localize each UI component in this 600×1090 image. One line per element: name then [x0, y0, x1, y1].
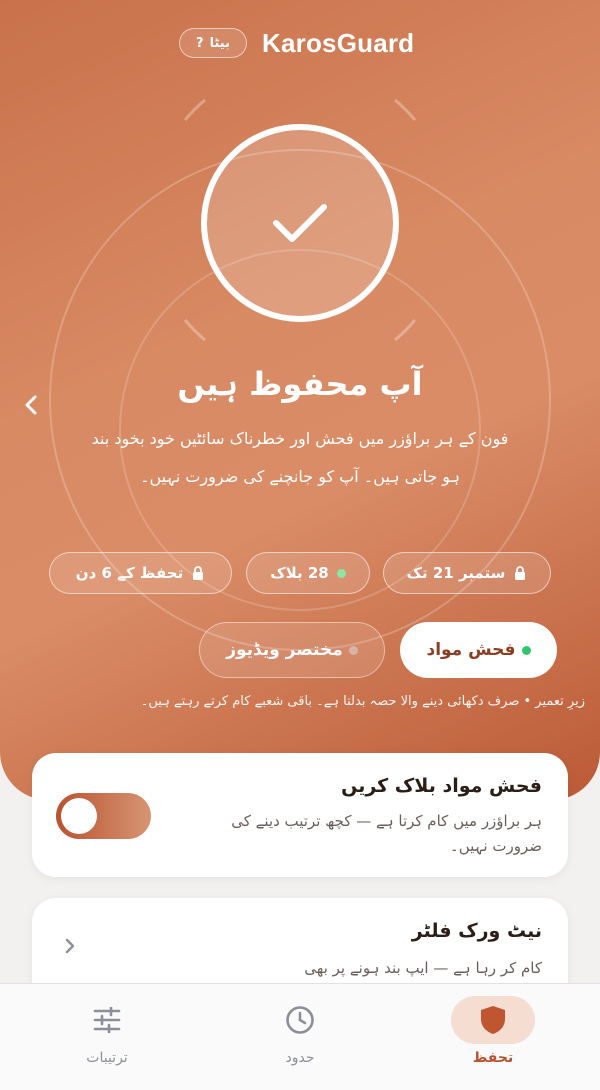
tab-short-videos[interactable]: مختصر ویڈیوز	[199, 622, 385, 678]
stat-blocked-label: 28 بلاک	[270, 564, 329, 582]
nav-protection-label: تحفظ	[472, 1050, 514, 1066]
beta-help-button[interactable]: بیٹا ?	[179, 28, 247, 58]
stat-chip-expiry: ستمبر 21 تک	[383, 552, 551, 594]
block-adult-content-subtitle: ہر براؤزر میں کام کرتا ہے — کچھ ترتیب دی…	[231, 812, 542, 855]
block-adult-content-toggle[interactable]	[56, 793, 151, 839]
stat-days-label: تحفظ کے 6 دن	[75, 564, 184, 582]
stat-chip-days: تحفظ کے 6 دن	[49, 552, 232, 594]
chevron-right-icon	[64, 936, 76, 961]
stat-expiry-label: ستمبر 21 تک	[406, 564, 506, 582]
app-header: بیٹا ? KarosGuard	[0, 28, 600, 58]
nav-item-settings[interactable]: ترتیبات	[47, 984, 167, 1090]
nav-item-protection[interactable]: تحفظ	[433, 984, 553, 1090]
tab-short-videos-label: مختصر ویڈیوز	[226, 640, 343, 660]
gray-dot-icon	[348, 645, 358, 655]
app-title: KarosGuard	[262, 28, 415, 58]
green-dot-icon	[336, 568, 346, 578]
tab-adult-content-label: فحش مواد	[426, 640, 516, 660]
protected-status-indicator	[201, 124, 399, 322]
shield-icon	[481, 1006, 505, 1034]
lock-icon	[515, 566, 526, 580]
checkmark-icon	[273, 204, 327, 242]
help-icon: ?	[196, 35, 204, 51]
block-adult-content-title: فحش مواد بلاک کریں	[341, 775, 542, 797]
nav-settings-label: ترتیبات	[86, 1050, 128, 1066]
status-title: آپ محفوظ ہیں	[177, 365, 423, 403]
block-adult-content-card: فحش مواد بلاک کریں ہر براؤزر میں کام کرت…	[32, 753, 568, 877]
clock-icon	[286, 1006, 314, 1034]
nav-item-limits[interactable]: حدود	[240, 984, 360, 1090]
under-construction-note: زیرِ تعمیر • صرف دکھائی دینے والا حصہ بد…	[140, 694, 585, 709]
toggle-knob	[61, 798, 97, 834]
network-filter-title: نیٹ ورک فلٹر	[411, 920, 542, 942]
green-dot-icon	[521, 645, 531, 655]
lock-icon	[193, 566, 204, 580]
stat-chip-blocked: 28 بلاک	[246, 552, 370, 594]
protection-hero: بیٹا ? KarosGuard آپ محفوظ ہیں فون کے ہر…	[0, 0, 600, 800]
bottom-navigation: ترتیبات حدود تحفظ	[0, 983, 600, 1090]
beta-label: بیٹا	[209, 35, 230, 51]
status-description: فون کے ہر براؤزر میں فحش اور خطرناک سائٹ…	[91, 429, 509, 486]
tab-adult-content[interactable]: فحش مواد	[400, 622, 557, 678]
sliders-icon	[93, 1007, 121, 1033]
network-filter-subtitle: کام کر رہا ہے — ایپ بند ہونے پر بھی	[304, 959, 542, 977]
nav-limits-label: حدود	[285, 1050, 315, 1066]
